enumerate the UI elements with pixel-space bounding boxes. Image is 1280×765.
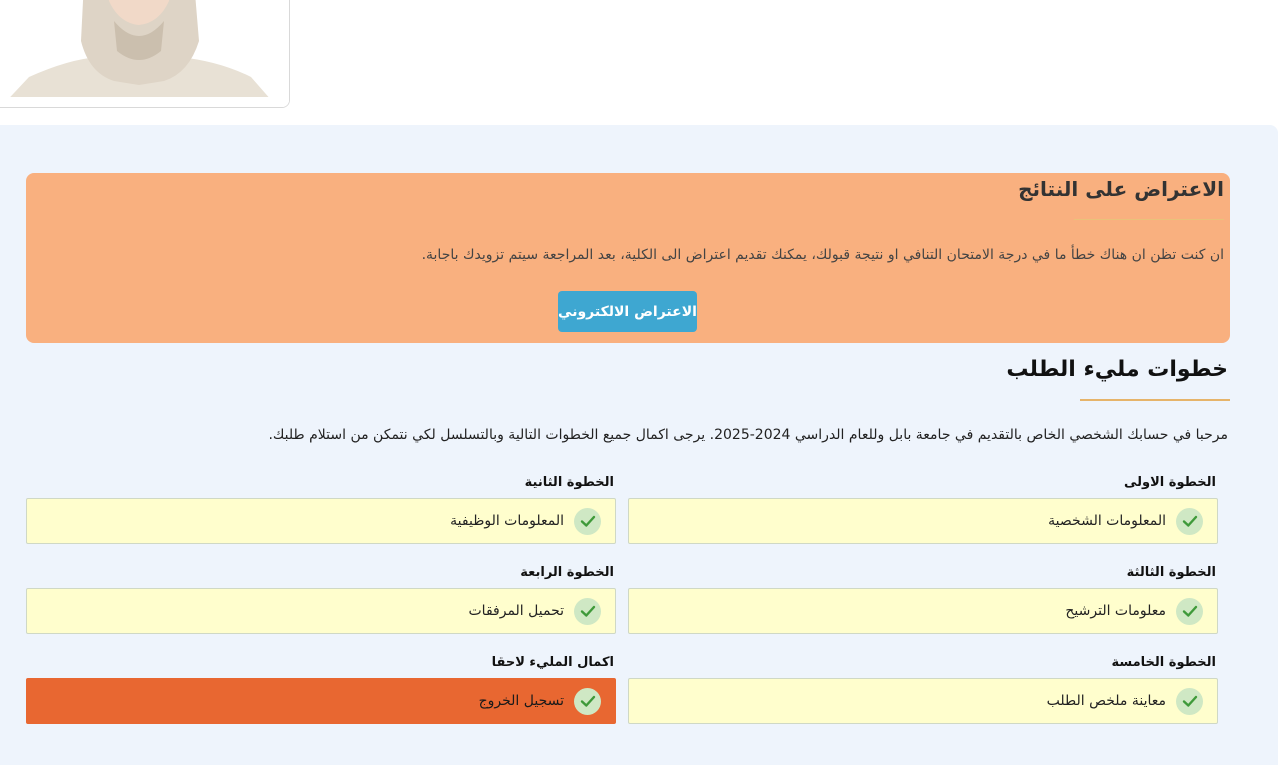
step-1-label: الخطوة الاولى bbox=[1124, 475, 1216, 490]
check-icon bbox=[574, 687, 601, 715]
logout-text: تسجيل الخروج bbox=[478, 693, 564, 709]
step-3-nomination-info[interactable]: معلومات الترشيح bbox=[628, 588, 1218, 634]
check-icon bbox=[1176, 507, 1203, 535]
step-4-label: الخطوة الرابعة bbox=[520, 565, 614, 580]
step-2-job-info[interactable]: المعلومات الوظيفية bbox=[26, 498, 616, 544]
main-panel: الاعتراض على النتائج ان كنت تظن ان هناك … bbox=[0, 125, 1278, 765]
objection-card: الاعتراض على النتائج ان كنت تظن ان هناك … bbox=[26, 173, 1230, 343]
electronic-objection-button[interactable]: الاعتراض الالكتروني bbox=[558, 291, 697, 332]
steps-title-underline bbox=[1080, 399, 1230, 401]
step-1-personal-info[interactable]: المعلومات الشخصية bbox=[628, 498, 1218, 544]
step-5-review-summary[interactable]: معاينة ملخص الطلب bbox=[628, 678, 1218, 724]
profile-photo bbox=[0, 0, 289, 107]
welcome-message: مرحبا في حسابك الشخصي الخاص بالتقديم في … bbox=[268, 427, 1228, 443]
step-2-text: المعلومات الوظيفية bbox=[450, 513, 564, 529]
step-5-label: الخطوة الخامسة bbox=[1111, 655, 1216, 670]
objection-description: ان كنت تظن ان هناك خطأ ما في درجة الامتح… bbox=[421, 247, 1224, 263]
step-2-label: الخطوة الثانية bbox=[524, 475, 614, 490]
check-icon bbox=[1176, 687, 1203, 715]
profile-photo-card bbox=[0, 0, 290, 108]
header-area bbox=[0, 0, 1280, 125]
check-icon bbox=[1176, 597, 1203, 625]
check-icon bbox=[574, 597, 601, 625]
step-3-text: معلومات الترشيح bbox=[1065, 603, 1166, 619]
step-1-text: المعلومات الشخصية bbox=[1048, 513, 1166, 529]
objection-title-underline bbox=[1074, 219, 1224, 220]
steps-title: خطوات مليء الطلب bbox=[1006, 357, 1228, 382]
objection-title: الاعتراض على النتائج bbox=[1018, 177, 1224, 201]
step-4-upload-attachments[interactable]: تحميل المرفقات bbox=[26, 588, 616, 634]
step-4-text: تحميل المرفقات bbox=[468, 603, 565, 619]
finish-later-label: اكمال المليء لاحقا bbox=[491, 655, 614, 670]
check-icon bbox=[574, 507, 601, 535]
step-5-text: معاينة ملخص الطلب bbox=[1046, 693, 1166, 709]
step-3-label: الخطوة الثالثة bbox=[1126, 565, 1216, 580]
logout-button[interactable]: تسجيل الخروج bbox=[26, 678, 616, 724]
